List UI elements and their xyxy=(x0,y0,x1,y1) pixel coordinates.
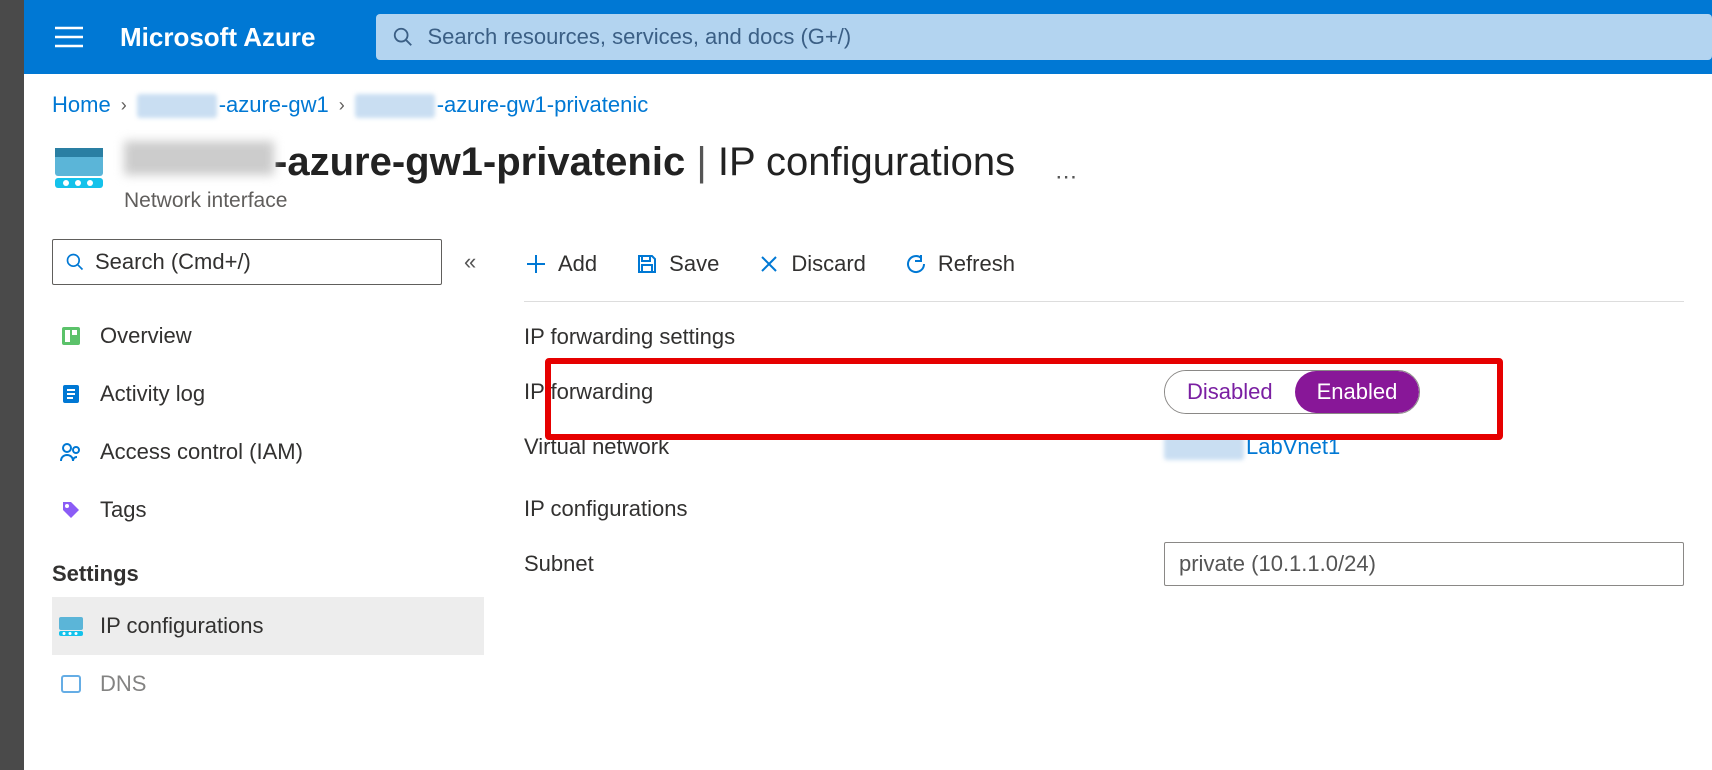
refresh-icon xyxy=(904,252,928,276)
toolbar-label: Discard xyxy=(791,251,866,277)
ip-forwarding-settings-heading: IP forwarding settings xyxy=(524,324,1684,350)
toolbar-label: Save xyxy=(669,251,719,277)
virtual-network-label: Virtual network xyxy=(524,434,1164,460)
sidebar-search-placeholder: Search (Cmd+/) xyxy=(95,249,251,275)
sidebar-item-tags[interactable]: Tags xyxy=(52,481,484,539)
save-icon xyxy=(635,252,659,276)
breadcrumb-home[interactable]: Home xyxy=(52,92,111,118)
tags-icon xyxy=(56,499,86,521)
ip-forwarding-toggle[interactable]: Disabled Enabled xyxy=(1164,370,1420,414)
content-area: Home › -azure-gw1 › -azure-gw1-privateni… xyxy=(24,74,1712,770)
virtual-network-row: Virtual network LabVnet1 xyxy=(524,434,1684,460)
refresh-button[interactable]: Refresh xyxy=(904,251,1015,277)
resource-type-label: Network interface xyxy=(124,189,1015,213)
sidebar-section-settings: Settings xyxy=(52,561,484,587)
sidebar-item-label: Tags xyxy=(100,497,146,523)
ip-forwarding-row: IP forwarding Disabled Enabled xyxy=(524,370,1684,414)
page-title: -azure-gw1-privatenic | IP configuration… xyxy=(124,140,1015,185)
add-button[interactable]: Add xyxy=(524,251,597,277)
brand-label[interactable]: Microsoft Azure xyxy=(120,22,316,53)
sidebar-item-label: IP configurations xyxy=(100,613,263,639)
sidebar-item-label: Access control (IAM) xyxy=(100,439,303,465)
breadcrumb: Home › -azure-gw1 › -azure-gw1-privateni… xyxy=(52,92,1684,118)
close-icon xyxy=(757,252,781,276)
top-bar: Microsoft Azure Search resources, servic… xyxy=(24,0,1712,74)
toolbar: Add Save Discard Refresh xyxy=(524,239,1684,289)
toggle-disabled[interactable]: Disabled xyxy=(1165,371,1295,413)
page-title-row: -azure-gw1-privatenic | IP configuration… xyxy=(52,140,1684,213)
ip-forwarding-label: IP forwarding xyxy=(524,379,1164,405)
sidebar-item-overview[interactable]: Overview xyxy=(52,307,484,365)
more-actions-button[interactable]: ⋯ xyxy=(1055,164,1077,190)
toolbar-label: Add xyxy=(558,251,597,277)
sidebar-item-access-control[interactable]: Access control (IAM) xyxy=(52,423,484,481)
subnet-row: Subnet private (10.1.1.0/24) xyxy=(524,542,1684,586)
sidebar-item-dns[interactable]: DNS xyxy=(52,655,484,713)
sidebar: Search (Cmd+/) « Overview Activity log A… xyxy=(52,239,484,713)
sidebar-item-label: Activity log xyxy=(100,381,205,407)
hamburger-menu[interactable] xyxy=(24,26,114,48)
breadcrumb-resource-2[interactable]: -azure-gw1-privatenic xyxy=(355,92,649,118)
search-icon xyxy=(65,252,85,272)
search-icon xyxy=(392,26,414,48)
virtual-network-link[interactable]: LabVnet1 xyxy=(1164,434,1340,460)
sidebar-search-input[interactable]: Search (Cmd+/) xyxy=(52,239,442,285)
divider xyxy=(524,301,1684,302)
global-search-input[interactable]: Search resources, services, and docs (G+… xyxy=(376,14,1712,60)
subnet-select[interactable]: private (10.1.1.0/24) xyxy=(1164,542,1684,586)
discard-button[interactable]: Discard xyxy=(757,251,866,277)
chevron-right-icon: › xyxy=(339,95,345,116)
hamburger-icon xyxy=(55,26,83,48)
toggle-enabled[interactable]: Enabled xyxy=(1295,371,1420,413)
network-interface-icon xyxy=(52,146,106,190)
collapse-sidebar-button[interactable]: « xyxy=(464,249,476,275)
overview-icon xyxy=(56,325,86,347)
search-placeholder: Search resources, services, and docs (G+… xyxy=(428,24,852,50)
sidebar-item-ip-configurations[interactable]: IP configurations xyxy=(52,597,484,655)
main-panel: Add Save Discard Refresh IP forwarding s… xyxy=(484,239,1684,713)
dns-icon xyxy=(56,674,86,694)
ip-config-icon xyxy=(56,616,86,636)
toolbar-label: Refresh xyxy=(938,251,1015,277)
window-edge xyxy=(0,0,24,770)
ip-configurations-heading: IP configurations xyxy=(524,496,1684,522)
subnet-label: Subnet xyxy=(524,551,1164,577)
chevron-right-icon: › xyxy=(121,95,127,116)
sidebar-item-label: DNS xyxy=(100,671,146,697)
breadcrumb-resource-1[interactable]: -azure-gw1 xyxy=(137,92,329,118)
subnet-value: private (10.1.1.0/24) xyxy=(1179,551,1376,577)
plus-icon xyxy=(524,252,548,276)
sidebar-item-label: Overview xyxy=(100,323,192,349)
save-button[interactable]: Save xyxy=(635,251,719,277)
activity-log-icon xyxy=(56,383,86,405)
sidebar-item-activity-log[interactable]: Activity log xyxy=(52,365,484,423)
access-control-icon xyxy=(56,441,86,463)
